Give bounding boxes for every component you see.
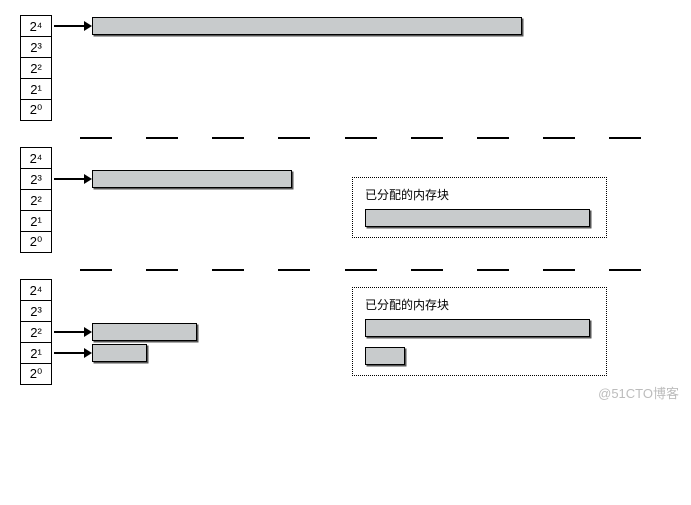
allocated-box: 已分配的内存块 (352, 287, 607, 376)
content-area: 已分配的内存块 (52, 279, 671, 385)
slot-2-2: 2² (20, 321, 52, 343)
slot-2-1: 2¹ (20, 342, 52, 364)
slot-2-3: 2³ (20, 36, 52, 58)
section-1: 2⁴ 2³ 2² 2¹ 2⁰ (20, 15, 671, 121)
divider (20, 261, 671, 279)
slot-array: 2⁴ 2³ 2² 2¹ 2⁰ (20, 15, 52, 121)
slot-2-3: 2³ (20, 300, 52, 322)
slot-2-4: 2⁴ (20, 279, 52, 301)
allocated-box: 已分配的内存块 (352, 177, 607, 238)
arrow-icon (52, 168, 92, 190)
arrow-icon (52, 342, 92, 364)
slot-2-4: 2⁴ (20, 15, 52, 37)
slot-array: 2⁴ 2³ 2² 2¹ 2⁰ (20, 279, 52, 385)
slot-2-0: 2⁰ (20, 99, 52, 121)
content-area (52, 15, 671, 121)
slot-2-4: 2⁴ (20, 147, 52, 169)
section-2: 2⁴ 2³ 2² 2¹ 2⁰ 已分配的内存块 (20, 147, 671, 253)
arrow-icon (52, 321, 92, 343)
free-block (92, 170, 292, 188)
arrow-icon (52, 15, 92, 37)
free-block (92, 323, 197, 341)
slot-2-2: 2² (20, 57, 52, 79)
slot-2-1: 2¹ (20, 210, 52, 232)
allocated-title: 已分配的内存块 (365, 186, 594, 203)
content-area: 已分配的内存块 (52, 147, 671, 253)
allocated-block (365, 319, 590, 337)
section-3: 2⁴ 2³ 2² 2¹ 2⁰ 已分配的内存块 (20, 279, 671, 385)
slot-2-0: 2⁰ (20, 363, 52, 385)
slot-2-3: 2³ (20, 168, 52, 190)
slot-2-0: 2⁰ (20, 231, 52, 253)
allocated-block (365, 209, 590, 227)
slot-2-2: 2² (20, 189, 52, 211)
slot-2-1: 2¹ (20, 78, 52, 100)
free-block (92, 344, 147, 362)
divider (20, 129, 671, 147)
free-block (92, 17, 522, 35)
allocated-block (365, 347, 405, 365)
watermark: @51CTO博客 (598, 383, 679, 402)
allocated-title: 已分配的内存块 (365, 296, 594, 313)
slot-array: 2⁴ 2³ 2² 2¹ 2⁰ (20, 147, 52, 253)
